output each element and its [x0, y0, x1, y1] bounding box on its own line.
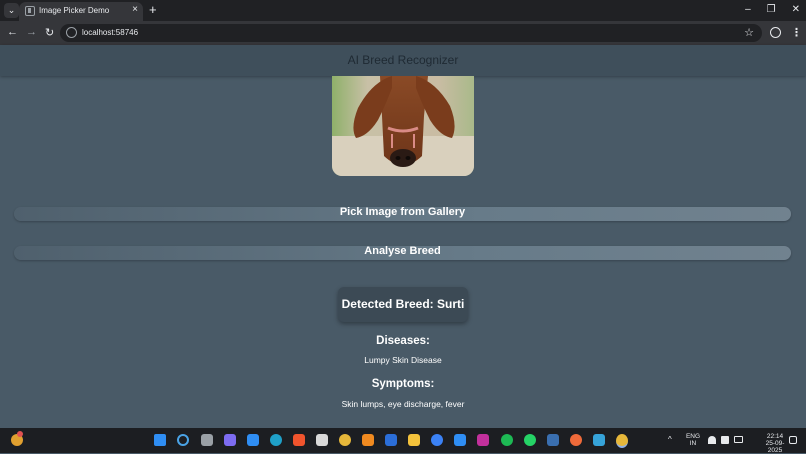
tab-close-icon[interactable]: ×	[132, 4, 138, 15]
address-bar[interactable]: localhost:58746 ☆	[60, 24, 762, 42]
wifi-icon[interactable]	[708, 436, 716, 444]
tab-search-button[interactable]: ⌄	[4, 3, 19, 18]
browser-tab-strip: ⌄ Image Picker Demo × + – ❐ ✕	[0, 0, 806, 21]
app-bar: AI Breed Recognizer	[0, 45, 806, 76]
window-controls: – ❐ ✕	[745, 4, 800, 15]
detected-breed-prefix: Detected Breed:	[341, 297, 438, 311]
tab-title: Image Picker Demo	[39, 6, 110, 15]
page-favicon-icon	[25, 6, 35, 16]
clock-date: 25-09-2025	[765, 440, 785, 454]
language-indicator[interactable]: ENG IN	[684, 433, 702, 447]
symptoms-heading: Symptoms:	[371, 378, 435, 390]
app-store-icon[interactable]	[431, 434, 443, 446]
analyse-breed-label: Analyse Breed	[364, 245, 441, 257]
chrome-active-icon[interactable]	[616, 434, 628, 448]
selected-cattle-image	[332, 76, 474, 176]
restore-button[interactable]: ❐	[767, 4, 776, 15]
search-icon[interactable]	[177, 434, 189, 446]
window-close-button[interactable]: ✕	[792, 4, 800, 15]
word-icon[interactable]	[385, 434, 397, 446]
analyse-breed-button[interactable]: Analyse Breed	[14, 245, 791, 260]
minimize-button[interactable]: –	[745, 4, 751, 15]
spotify-icon[interactable]	[501, 434, 513, 446]
notification-badge-icon	[17, 431, 23, 437]
forward-button[interactable]: →	[26, 26, 37, 38]
profile-icon[interactable]	[770, 27, 781, 38]
edge-icon[interactable]	[270, 434, 282, 446]
snipping-tool-icon[interactable]	[316, 434, 328, 446]
brave-icon[interactable]	[293, 434, 305, 446]
diseases-heading: Diseases:	[376, 335, 430, 347]
postman-icon[interactable]	[570, 434, 582, 446]
region-code: IN	[689, 440, 697, 447]
whatsapp-icon[interactable]	[524, 434, 536, 446]
diseases-text: Lumpy Skin Disease	[364, 355, 442, 365]
clock-time: 22:14	[766, 433, 784, 440]
reload-button[interactable]: ↻	[45, 26, 54, 39]
clock[interactable]: 22:14 25-09-2025	[760, 433, 790, 454]
os-taskbar: ^ ENG IN 22:14 25-09-2025	[0, 428, 806, 454]
mail-icon[interactable]	[247, 434, 259, 446]
jetbrains-icon[interactable]	[477, 434, 489, 446]
back-button[interactable]: ←	[7, 26, 18, 38]
symptoms-text: Skin lumps, eye discharge, fever	[341, 399, 465, 409]
detected-breed-card: Detected Breed: Surti	[338, 287, 468, 322]
language-code: ENG	[685, 433, 701, 440]
url-text[interactable]: localhost:58746	[82, 28, 138, 37]
vlc-icon[interactable]	[362, 434, 374, 446]
task-view-icon[interactable]	[201, 434, 213, 446]
vscode-icon[interactable]	[454, 434, 466, 446]
browser-menu-icon[interactable]: ⋮	[791, 26, 802, 39]
network-app-icon[interactable]	[547, 434, 559, 446]
volume-icon[interactable]	[721, 436, 729, 444]
browser-tab[interactable]: Image Picker Demo ×	[19, 2, 143, 21]
pick-image-button[interactable]: Pick Image from Gallery	[14, 206, 791, 221]
notepad-icon[interactable]	[593, 434, 605, 446]
new-tab-button[interactable]: +	[149, 3, 157, 16]
pick-image-label: Pick Image from Gallery	[339, 206, 466, 218]
show-hidden-icons-chevron-icon[interactable]: ^	[668, 436, 672, 444]
detected-breed-value: Surti	[437, 297, 465, 311]
chrome-icon[interactable]	[339, 434, 351, 446]
site-info-icon[interactable]	[66, 27, 77, 38]
app-title: AI Breed Recognizer	[347, 53, 459, 67]
bookmark-star-icon[interactable]: ☆	[744, 26, 754, 39]
windows-start-icon[interactable]	[154, 434, 166, 446]
notifications-icon[interactable]	[789, 436, 797, 444]
file-explorer-icon[interactable]	[408, 434, 420, 446]
copilot-icon[interactable]	[224, 434, 236, 446]
battery-icon[interactable]	[734, 436, 743, 443]
browser-toolbar: ← → ↻ localhost:58746 ☆	[0, 21, 806, 45]
